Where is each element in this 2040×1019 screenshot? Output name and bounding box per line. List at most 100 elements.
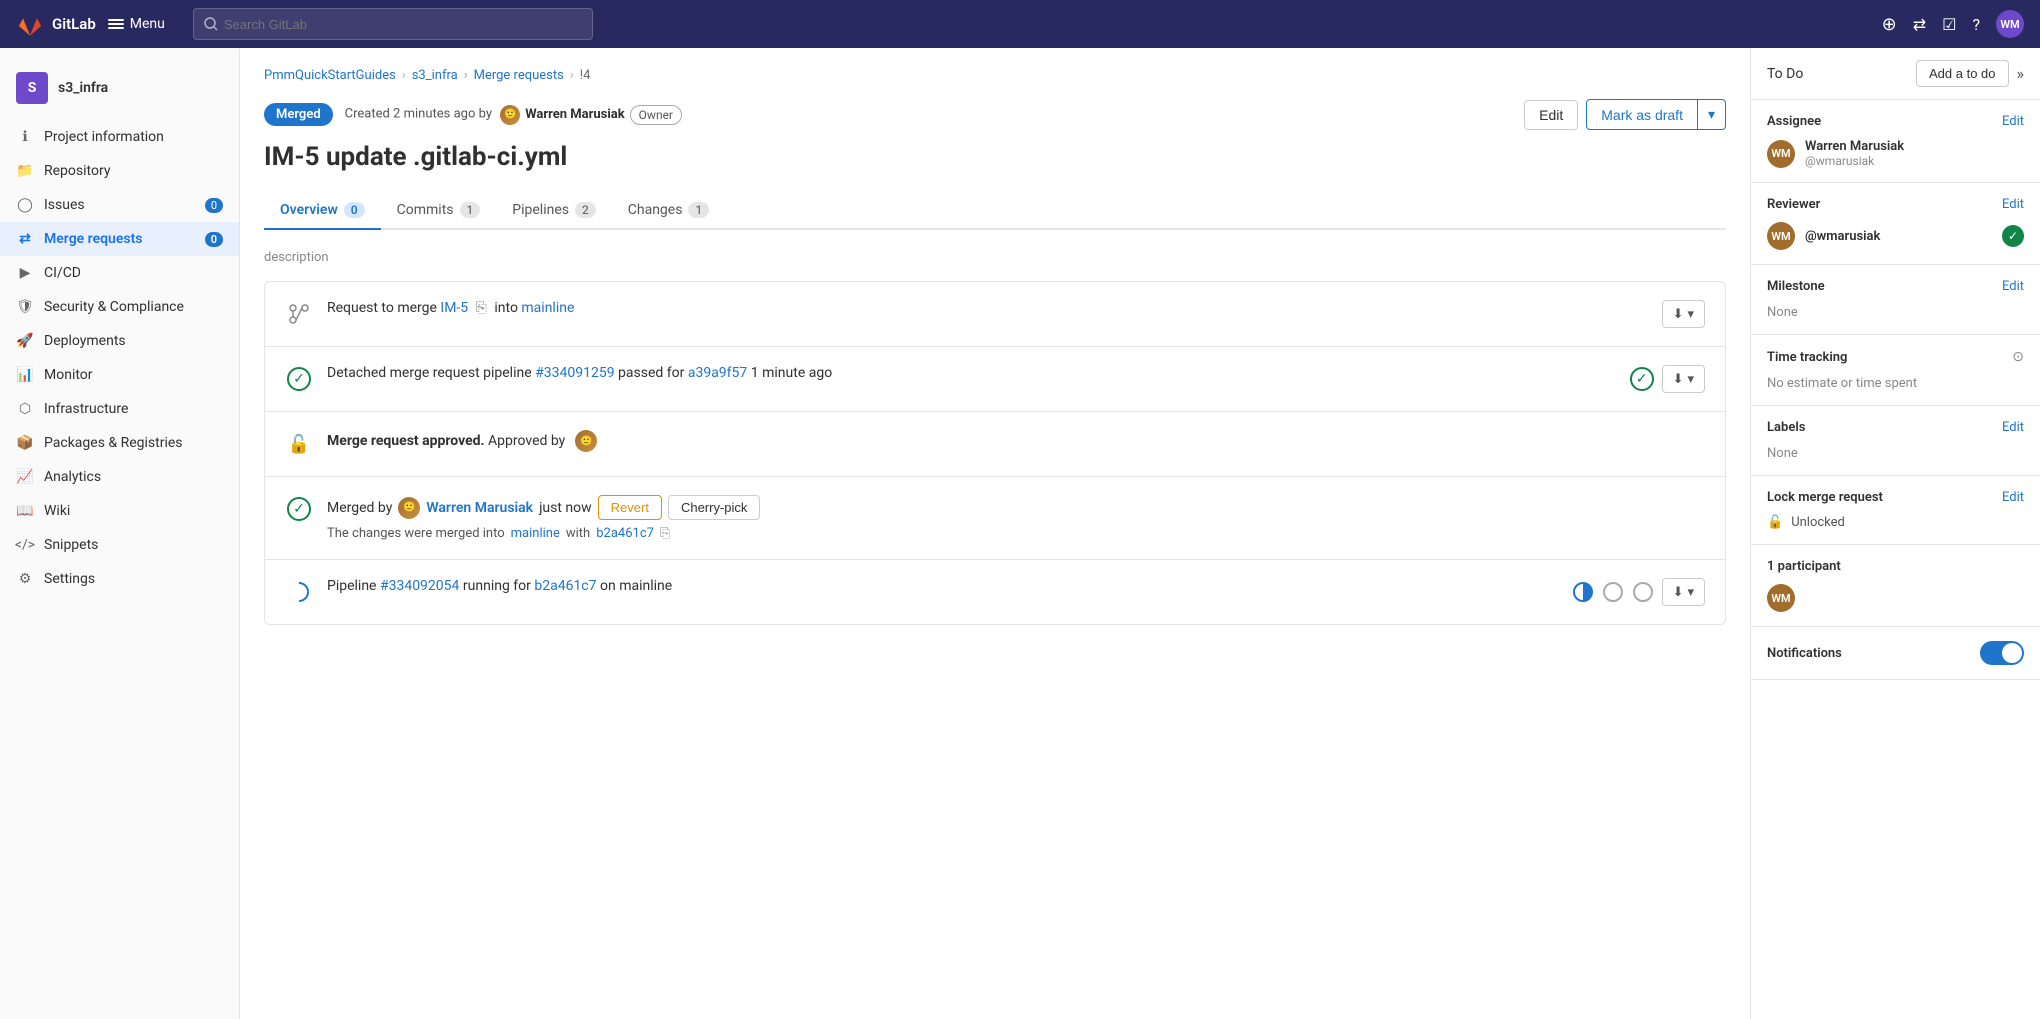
- cherry-pick-button[interactable]: Cherry-pick: [668, 495, 760, 520]
- merger-avatar: 🙂: [398, 497, 420, 519]
- labels-value: None: [1767, 446, 1798, 461]
- milestone-section: Milestone Edit None: [1751, 265, 2040, 335]
- time-tracking-help-icon[interactable]: ⊙: [2012, 349, 2024, 365]
- mark-draft-split: Mark as draft ▾: [1586, 99, 1726, 130]
- sidebar-item-wiki[interactable]: 📖 Wiki: [0, 494, 239, 528]
- merged-content: Merged by 🙂 Warren Marusiak just now Rev…: [327, 495, 1705, 541]
- sidebar-item-monitor[interactable]: 📊 Monitor: [0, 358, 239, 392]
- mr-header-row: Merged Created 2 minutes ago by 🙂 Warren…: [264, 99, 1726, 130]
- breadcrumb-merge-requests[interactable]: Merge requests: [474, 68, 564, 83]
- sidebar-item-settings[interactable]: ⚙ Settings: [0, 562, 239, 596]
- reviewer-handle: @wmarusiak: [1805, 229, 1880, 244]
- sidebar-item-snippets[interactable]: </> Snippets: [0, 528, 239, 562]
- sidebar-item-merge-requests[interactable]: ⇄ Merge requests 0: [0, 222, 239, 256]
- activity-section: Request to merge IM-5 ⎘ into mainline ⬇ …: [264, 281, 1726, 625]
- lock-mr-value: Unlocked: [1791, 515, 1845, 530]
- lock-mr-edit-link[interactable]: Edit: [2002, 490, 2024, 505]
- tab-commits[interactable]: Commits 1: [381, 192, 497, 230]
- branch-into-link[interactable]: mainline: [521, 300, 574, 316]
- mark-draft-dropdown[interactable]: ▾: [1698, 99, 1726, 130]
- activity-row-approved: 🔓 Merge request approved. Approved by 🙂: [265, 412, 1725, 477]
- labels-edit-link[interactable]: Edit: [2002, 420, 2024, 435]
- reviewer-section: Reviewer Edit WM @wmarusiak ✓: [1751, 183, 2040, 265]
- create-button[interactable]: ⊕: [1882, 14, 1897, 35]
- sidebar-item-cicd[interactable]: ▶ CI/CD: [0, 256, 239, 290]
- merger-link[interactable]: Warren Marusiak: [426, 500, 533, 516]
- milestone-edit-link[interactable]: Edit: [2002, 279, 2024, 294]
- reviewer-avatar: WM: [1767, 222, 1795, 250]
- revert-button[interactable]: Revert: [598, 495, 662, 520]
- merge-commit-link[interactable]: b2a461c7: [596, 526, 654, 541]
- mr-icon-nav[interactable]: ⇄: [1913, 15, 1926, 34]
- milestone-header: Milestone Edit: [1767, 279, 2024, 294]
- left-sidebar: S s3_infra ℹ Project information 📁 Repos…: [0, 48, 240, 1019]
- activity-row-pipeline-passed: ✓ Detached merge request pipeline #33409…: [265, 347, 1725, 412]
- pipeline-pass-content: Detached merge request pipeline #3340912…: [327, 365, 1616, 381]
- running-commit-link[interactable]: b2a461c7: [534, 578, 596, 594]
- pipeline-link[interactable]: #334091259: [535, 365, 614, 381]
- pipeline-download-button[interactable]: ⬇ ▾: [1662, 365, 1705, 393]
- running-pipeline-download[interactable]: ⬇ ▾: [1662, 578, 1705, 606]
- project-name: s3_infra: [58, 80, 108, 96]
- help-icon[interactable]: ?: [1972, 15, 1980, 34]
- participants-list: WM: [1767, 584, 2024, 612]
- pipeline-running-link[interactable]: #334092054: [380, 578, 459, 594]
- project-avatar: S: [16, 72, 48, 104]
- copy-commit-icon[interactable]: ⎘: [660, 526, 670, 541]
- sidebar-item-repository[interactable]: 📁 Repository: [0, 154, 239, 188]
- search-bar[interactable]: [193, 8, 593, 40]
- sidebar-label-repository: Repository: [44, 163, 110, 179]
- add-todo-button[interactable]: Add a to do: [1916, 60, 2009, 87]
- circle-1-icon: [1602, 581, 1624, 603]
- copy-branch-icon[interactable]: ⎘: [476, 300, 487, 316]
- sidebar-item-issues[interactable]: ◯ Issues 0: [0, 188, 239, 222]
- sidebar-item-analytics[interactable]: 📈 Analytics: [0, 460, 239, 494]
- tab-overview[interactable]: Overview 0: [264, 192, 381, 230]
- mark-draft-button[interactable]: Mark as draft: [1586, 99, 1698, 130]
- author-avatar: 🙂: [500, 105, 520, 125]
- snippets-icon: </>: [16, 536, 34, 554]
- package-icon: 📦: [16, 434, 34, 452]
- sidebar-label-wiki: Wiki: [44, 503, 70, 519]
- menu-button[interactable]: Menu: [108, 16, 165, 32]
- sidebar-label-project-information: Project information: [44, 129, 164, 145]
- notifications-toggle[interactable]: ✓: [1980, 641, 2024, 665]
- todo-icon[interactable]: ☑: [1942, 15, 1956, 34]
- sidebar-item-security-compliance[interactable]: 🛡 Security & Compliance: [0, 290, 239, 324]
- gitlab-logo[interactable]: GitLab: [16, 10, 96, 38]
- tab-pipelines[interactable]: Pipelines 2: [496, 192, 611, 230]
- main-content: PmmQuickStartGuides › s3_infra › Merge r…: [240, 48, 1750, 1019]
- branch-from-link[interactable]: IM-5: [440, 300, 468, 316]
- mr-icon: ⇄: [16, 230, 34, 248]
- search-input[interactable]: [224, 17, 582, 32]
- edit-button[interactable]: Edit: [1524, 100, 1578, 130]
- assignee-section: Assignee Edit WM Warren Marusiak @wmarus…: [1751, 100, 2040, 183]
- assignee-header: Assignee Edit: [1767, 114, 2024, 129]
- sidebar-item-packages-registries[interactable]: 📦 Packages & Registries: [0, 426, 239, 460]
- user-avatar-nav[interactable]: WM: [1996, 10, 2024, 38]
- commit-link[interactable]: a39a9f57: [688, 365, 747, 381]
- expand-icon[interactable]: »: [2017, 64, 2025, 83]
- tab-changes[interactable]: Changes 1: [612, 192, 725, 230]
- moon-icon: [1572, 581, 1594, 603]
- breadcrumb-pmm[interactable]: PmmQuickStartGuides: [264, 68, 396, 83]
- download-button[interactable]: ⬇ ▾: [1662, 300, 1705, 328]
- sidebar-item-project-information[interactable]: ℹ Project information: [0, 120, 239, 154]
- pipeline-running-actions: ⬇ ▾: [1572, 578, 1705, 606]
- merged-branch-link[interactable]: mainline: [511, 526, 560, 541]
- sidebar-label-packages-registries: Packages & Registries: [44, 435, 183, 451]
- reviewer-edit-link[interactable]: Edit: [2002, 197, 2024, 212]
- breadcrumb-s3infra[interactable]: s3_infra: [412, 68, 458, 83]
- sidebar-item-infrastructure[interactable]: ⬡ Infrastructure: [0, 392, 239, 426]
- mr-status-badge: Merged: [264, 103, 333, 126]
- participants-section: 1 participant WM: [1751, 545, 2040, 627]
- reviewer-title: Reviewer: [1767, 197, 1820, 212]
- assignee-edit-link[interactable]: Edit: [2002, 114, 2024, 129]
- sidebar-label-settings: Settings: [44, 571, 95, 587]
- pipeline-pass-actions: ✓ ⬇ ▾: [1630, 365, 1705, 393]
- activity-row-pipeline-running: Pipeline #334092054 running for b2a461c7…: [265, 560, 1725, 624]
- lock-mr-section: Lock merge request Edit 🔓 Unlocked: [1751, 476, 2040, 545]
- participants-title: 1 participant: [1767, 559, 1841, 574]
- sidebar-label-security-compliance: Security & Compliance: [44, 299, 184, 315]
- sidebar-item-deployments[interactable]: 🚀 Deployments: [0, 324, 239, 358]
